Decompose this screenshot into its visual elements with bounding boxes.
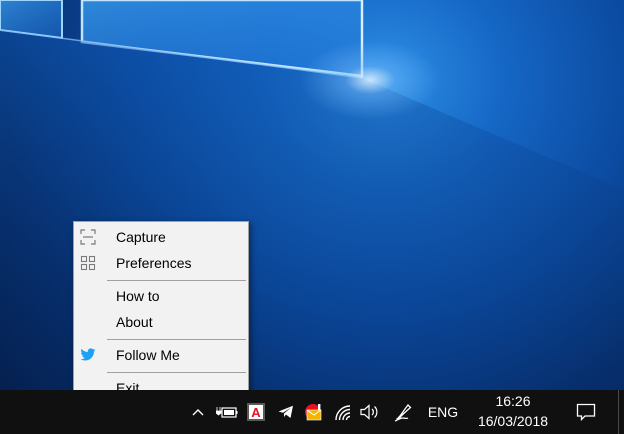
menu-separator (107, 280, 246, 281)
menu-item-preferences[interactable]: Preferences (74, 251, 248, 275)
notification-center-icon[interactable] (572, 390, 600, 434)
language-indicator[interactable]: ENG (424, 390, 462, 434)
svg-text:A: A (251, 405, 261, 420)
tray-context-menu: Capture Preferences How to About Follow … (73, 221, 249, 401)
menu-item-label: Capture (116, 229, 166, 245)
clock-time[interactable]: 16:26 (466, 390, 560, 411)
app-letter-a-icon[interactable]: A (244, 390, 268, 434)
capture-icon (80, 229, 96, 245)
mail-alert-icon[interactable] (302, 390, 326, 434)
menu-item-label: About (116, 314, 153, 330)
telegram-icon[interactable] (274, 390, 298, 434)
menu-separator (107, 339, 246, 340)
show-hidden-icons-chevron-icon[interactable] (188, 390, 208, 434)
volume-icon[interactable] (358, 390, 382, 434)
taskbar: A ENG 16:26 16/03/2018 (0, 390, 624, 434)
menu-separator (107, 372, 246, 373)
menu-item-about[interactable]: About (74, 310, 248, 334)
battery-plug-icon[interactable] (214, 390, 240, 434)
clock-date[interactable]: 16/03/2018 (466, 411, 560, 431)
preferences-icon (80, 255, 96, 271)
pen-icon[interactable] (392, 390, 416, 434)
wifi-icon[interactable] (332, 390, 354, 434)
menu-item-how-to[interactable]: How to (74, 284, 248, 308)
desktop: Capture Preferences How to About Follow … (0, 0, 624, 434)
show-desktop-divider[interactable] (618, 390, 619, 434)
menu-item-label: Preferences (116, 255, 192, 271)
wallpaper-light-glow (300, 40, 440, 120)
menu-item-label: How to (116, 288, 160, 304)
menu-item-follow-me[interactable]: Follow Me (74, 343, 248, 367)
twitter-icon (80, 347, 96, 363)
menu-item-label: Follow Me (116, 347, 180, 363)
menu-item-capture[interactable]: Capture (74, 225, 248, 249)
